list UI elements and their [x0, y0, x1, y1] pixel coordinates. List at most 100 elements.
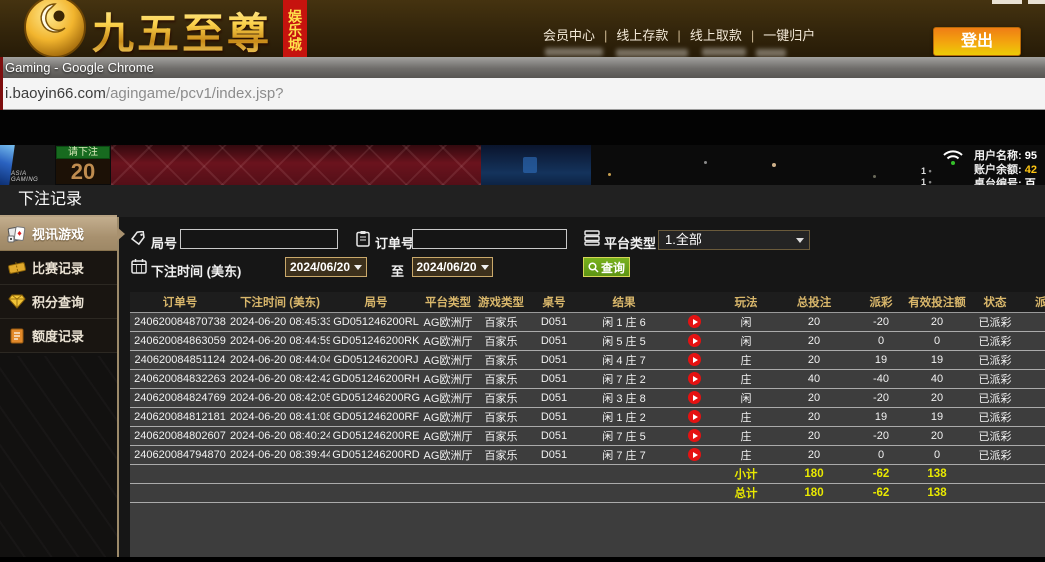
- round-number-input[interactable]: [180, 229, 338, 249]
- replay-icon[interactable]: [688, 410, 701, 423]
- glow-dot: [608, 173, 611, 176]
- table-header-row: 订单号 下注时间 (美东) 局号 平台类型 游戏类型 桌号 结果 玩法 总投注 …: [130, 292, 1045, 312]
- address-bar[interactable]: i.baoyin66.com/agingame/pcv1/index.jsp?: [0, 78, 1045, 110]
- nav-online-withdraw[interactable]: 线上取款: [690, 28, 742, 43]
- page-title: 下注记录: [0, 185, 1045, 217]
- site-header: 九五至尊 娱乐城 会员中心|线上存款|线上取款|一键归户 登出: [0, 0, 1045, 57]
- replay-icon[interactable]: [688, 372, 701, 385]
- sidebar-item-label: 视讯游戏: [32, 224, 84, 243]
- clipboard-icon: [356, 230, 370, 247]
- studio-background: [111, 145, 481, 185]
- studio-screen-glow: [523, 157, 537, 173]
- bottom-edge: [0, 557, 1045, 562]
- chevron-down-icon: [481, 265, 489, 270]
- blurred-account-info: [756, 49, 786, 57]
- col-clipped: 派: [1022, 292, 1045, 312]
- table-number-label: 桌台编号:: [974, 178, 1022, 185]
- sidebar-footer-area: [0, 356, 117, 562]
- table-row: 2406200848707382024-06-20 08:45:33GD0512…: [130, 312, 1045, 331]
- site-logo-text: 九五至尊: [92, 0, 272, 61]
- nav-member-center[interactable]: 会员中心: [543, 28, 595, 43]
- grand-total-label: 总计: [720, 483, 772, 502]
- grand-total-payout: -62: [856, 483, 906, 502]
- col-play-type: 玩法: [720, 292, 772, 312]
- table-row: 2406200847948702024-06-20 08:39:44GD0512…: [130, 445, 1045, 464]
- bet-records-table: 订单号 下注时间 (美东) 局号 平台类型 游戏类型 桌号 结果 玩法 总投注 …: [130, 292, 1045, 557]
- road-marker: 1 •: [921, 177, 932, 185]
- date-to-picker[interactable]: 2024/06/20: [412, 257, 493, 277]
- table-summary: 小计 180 -62 138 总计 180 -62 138: [130, 464, 1045, 502]
- subtotal-payout: -62: [856, 464, 906, 483]
- subtotal-total-bet: 180: [772, 464, 856, 483]
- bet-timer: 请下注 20: [56, 146, 110, 184]
- col-valid-bet: 有效投注额: [906, 292, 968, 312]
- glow-dot: [873, 175, 876, 178]
- ticket-icon: [6, 261, 28, 275]
- col-payout: 派彩: [856, 292, 906, 312]
- bet-time-label: 下注时间 (美东): [151, 261, 241, 280]
- round-number-label: 局号: [151, 233, 177, 252]
- order-number-input[interactable]: [412, 229, 567, 249]
- table-body: 2406200848707382024-06-20 08:45:33GD0512…: [130, 312, 1045, 464]
- subtotal-label: 小计: [720, 464, 772, 483]
- replay-icon[interactable]: [688, 429, 701, 442]
- asia-gaming-logo: ASIA GAMING: [0, 145, 55, 185]
- chevron-down-icon: [354, 265, 362, 270]
- col-round-number: 局号: [330, 292, 422, 312]
- col-order-number: 订单号: [130, 292, 230, 312]
- diamond-icon: [6, 294, 28, 309]
- table-row: 2406200848630592024-06-20 08:44:59GD0512…: [130, 331, 1045, 350]
- sidebar-item-video-games[interactable]: 视讯游戏: [0, 217, 117, 251]
- sidebar-item-label: 比赛记录: [32, 258, 84, 277]
- nav-one-key-transfer[interactable]: 一键归户: [763, 28, 815, 43]
- chevron-down-icon: [796, 238, 804, 243]
- blurred-account-info: [616, 49, 688, 57]
- replay-icon[interactable]: [688, 448, 701, 461]
- sidebar: 视讯游戏 比赛记录 积分查询: [0, 217, 117, 562]
- glow-dot: [772, 163, 776, 167]
- subtotal-valid-bet: 138: [906, 464, 968, 483]
- sidebar-top-accent: [0, 215, 117, 217]
- replay-icon[interactable]: [688, 353, 701, 366]
- nav-online-deposit[interactable]: 线上存款: [616, 28, 668, 43]
- glow-dot: [704, 161, 707, 164]
- url-path: /agingame/pcv1/index.jsp?: [106, 85, 284, 102]
- date-from-value: 2024/06/20: [290, 260, 350, 274]
- brand-95-icon: [22, 0, 88, 60]
- countdown-value: 20: [56, 159, 110, 184]
- url-domain: i.baoyin66.com: [5, 85, 106, 102]
- subtotal-row: 小计 180 -62 138: [130, 464, 1045, 483]
- wifi-icon: [942, 149, 964, 166]
- sidebar-item-points-inquiry[interactable]: 积分查询: [0, 285, 117, 319]
- table-row: 2406200848121812024-06-20 08:41:08GD0512…: [130, 407, 1045, 426]
- table-row: 2406200848026072024-06-20 08:40:24GD0512…: [130, 426, 1045, 445]
- platform-type-value: 1.全部: [665, 232, 702, 247]
- order-number-label: 订单号: [375, 233, 414, 252]
- date-from-picker[interactable]: 2024/06/20: [285, 257, 367, 277]
- game-video-strip: ASIA GAMING 请下注 20 用户名称: 95 账户余额: 42 桌台编…: [0, 145, 1045, 185]
- blurred-account-info: [702, 48, 746, 56]
- content-panel: 局号 订单号 平台类型 1.全部 下注时间 (美东): [119, 217, 1045, 562]
- replay-icon[interactable]: [688, 334, 701, 347]
- replay-icon[interactable]: [688, 391, 701, 404]
- sidebar-item-match-records[interactable]: 比赛记录: [0, 251, 117, 285]
- sidebar-item-label: 积分查询: [32, 292, 84, 311]
- clipped-topbar-text: [992, 0, 1022, 4]
- logout-button[interactable]: 登出: [933, 27, 1021, 56]
- search-button-label: 查询: [601, 259, 625, 276]
- platform-type-select[interactable]: 1.全部: [658, 230, 810, 250]
- col-total-bet: 总投注: [772, 292, 856, 312]
- replay-icon[interactable]: [688, 315, 701, 328]
- grand-total-valid-bet: 138: [906, 483, 968, 502]
- search-button[interactable]: 查询: [583, 257, 630, 277]
- date-to-value: 2024/06/20: [416, 260, 476, 274]
- sidebar-item-quota-records[interactable]: 额度记录: [0, 319, 117, 353]
- search-icon: [588, 262, 599, 273]
- col-result: 结果: [580, 292, 668, 312]
- clipped-topbar-text: [1028, 0, 1045, 4]
- platform-list-icon: [584, 230, 600, 246]
- road-marker: 1 •: [921, 166, 932, 176]
- window-left-edge: [0, 57, 3, 110]
- col-platform-type: 平台类型: [422, 292, 474, 312]
- playing-cards-icon: [6, 225, 28, 243]
